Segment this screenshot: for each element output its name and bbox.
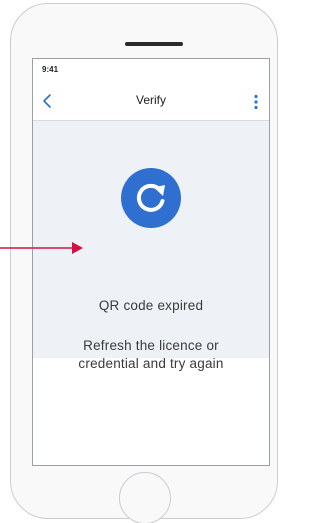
phone-speaker [125,42,183,46]
status-message: Refresh the licence or credential and tr… [78,338,224,371]
nav-title: Verify [135,93,166,107]
nav-bar: Verify [33,81,269,121]
callout-arrow-icon [0,242,83,254]
refresh-icon[interactable] [121,168,181,228]
page: 9:41 Verify QR code expired Refresh the … [0,0,288,523]
status-bar: 9:41 [33,59,269,81]
vertical-ellipsis-icon[interactable] [253,94,259,110]
phone-screen: 9:41 Verify QR code expired Refresh the … [32,58,270,466]
status-time: 9:41 [42,65,59,74]
status-title: QR code expired [98,298,204,313]
verification-status-panel: QR code expired Refresh the licence or c… [33,121,269,371]
home-button[interactable] [119,472,171,523]
